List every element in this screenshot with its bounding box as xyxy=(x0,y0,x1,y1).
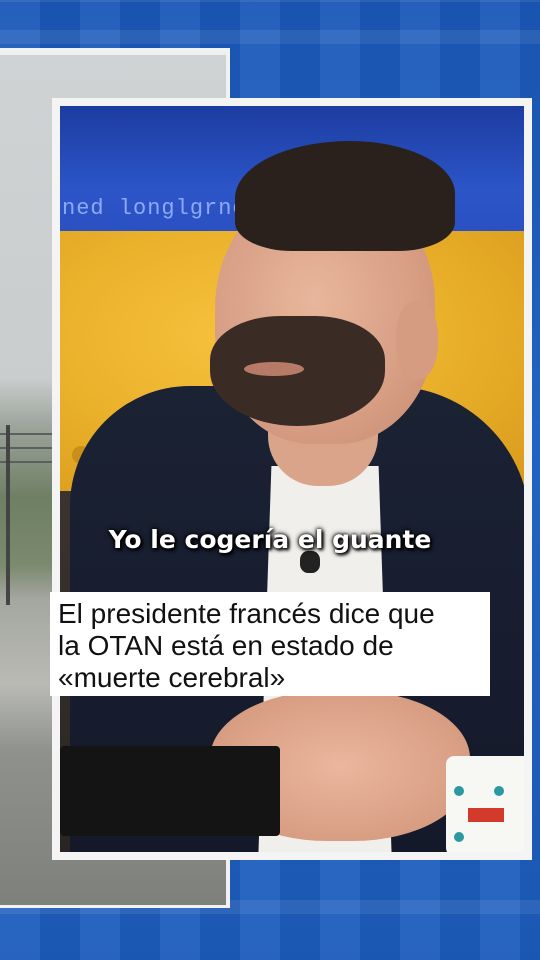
tablet-device xyxy=(60,746,280,836)
mug-dot xyxy=(454,786,464,796)
person-ear xyxy=(396,301,438,379)
headline-box: El presidente francés dice que la OTAN e… xyxy=(50,592,490,696)
background-stripe xyxy=(0,30,540,44)
video-player[interactable]: ned longlgrne (i]) xyxy=(60,106,524,852)
fence-post xyxy=(6,425,10,605)
person-hair xyxy=(235,141,455,251)
mug-dot xyxy=(454,832,464,842)
video-subtitle: Yo le cogería el guante xyxy=(108,525,432,554)
mug-dot xyxy=(494,786,504,796)
person-mouth xyxy=(244,362,304,376)
headline-line-1: El presidente francés dice que xyxy=(58,598,435,629)
headline-line-3: «muerte cerebral» xyxy=(58,662,286,693)
headline-line-2: la OTAN está en estado de xyxy=(58,630,394,661)
mug-logo xyxy=(468,808,504,822)
video-frame: ned longlgrne (i]) xyxy=(52,98,532,860)
coffee-mug xyxy=(446,756,524,852)
